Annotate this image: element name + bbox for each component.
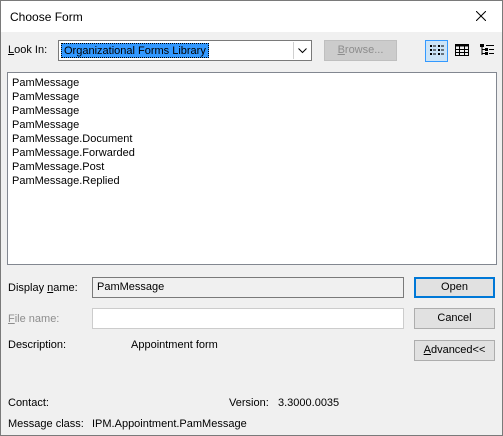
close-icon [476, 11, 486, 21]
version-label: Version: [229, 397, 269, 409]
version-value: 3.3000.0035 [278, 397, 340, 409]
contact-label: Contact: [8, 397, 49, 409]
form-list-item[interactable]: PamMessage [12, 118, 492, 132]
message-class-label: Message class: [8, 418, 84, 430]
form-list-item[interactable]: PamMessage [12, 104, 492, 118]
details-view-icon [454, 43, 470, 60]
forms-list[interactable]: PamMessage PamMessage PamMessage PamMessage… [7, 72, 497, 265]
form-list-item[interactable]: PamMessage.Replied [12, 174, 492, 188]
look-in-dropdown[interactable]: Organizational Forms Library [58, 40, 312, 61]
description-label: Description: [8, 339, 67, 351]
chevron-down-icon[interactable] [293, 42, 310, 59]
close-button[interactable] [466, 5, 496, 27]
message-class-value: IPM.Appointment.PamMessage [92, 418, 247, 430]
file-name-field[interactable] [92, 308, 404, 329]
browse-button[interactable]: Browse... [324, 40, 397, 61]
form-list-item[interactable]: PamMessage.Post [12, 160, 492, 174]
advanced-button[interactable]: Advanced<< [414, 340, 495, 361]
details-view-button[interactable] [450, 40, 473, 62]
tree-view-button[interactable] [475, 40, 498, 62]
title-bar: Choose Form [1, 1, 502, 32]
display-name-value: PamMessage [97, 281, 165, 293]
form-list-item[interactable]: PamMessage [12, 90, 492, 104]
form-list-item[interactable]: PamMessage [12, 76, 492, 90]
open-button[interactable]: Open [414, 277, 495, 298]
display-name-label: Display name: [8, 282, 78, 294]
tree-view-icon [479, 43, 495, 60]
window-title: Choose Form [10, 10, 83, 24]
list-view-icon [429, 43, 445, 60]
form-list-item[interactable]: PamMessage.Document [12, 132, 492, 146]
display-name-field[interactable]: PamMessage [92, 277, 404, 298]
look-in-selected: Organizational Forms Library [61, 43, 209, 58]
form-list-item[interactable]: PamMessage.Forwarded [12, 146, 492, 160]
cancel-button[interactable]: Cancel [414, 308, 495, 329]
list-view-button[interactable] [425, 40, 448, 62]
look-in-label: Look In: [8, 44, 48, 56]
file-name-label: File name: [8, 313, 60, 325]
choose-form-dialog: Choose Form Look In: Organizational Form… [0, 0, 503, 436]
description-value: Appointment form [131, 339, 218, 351]
